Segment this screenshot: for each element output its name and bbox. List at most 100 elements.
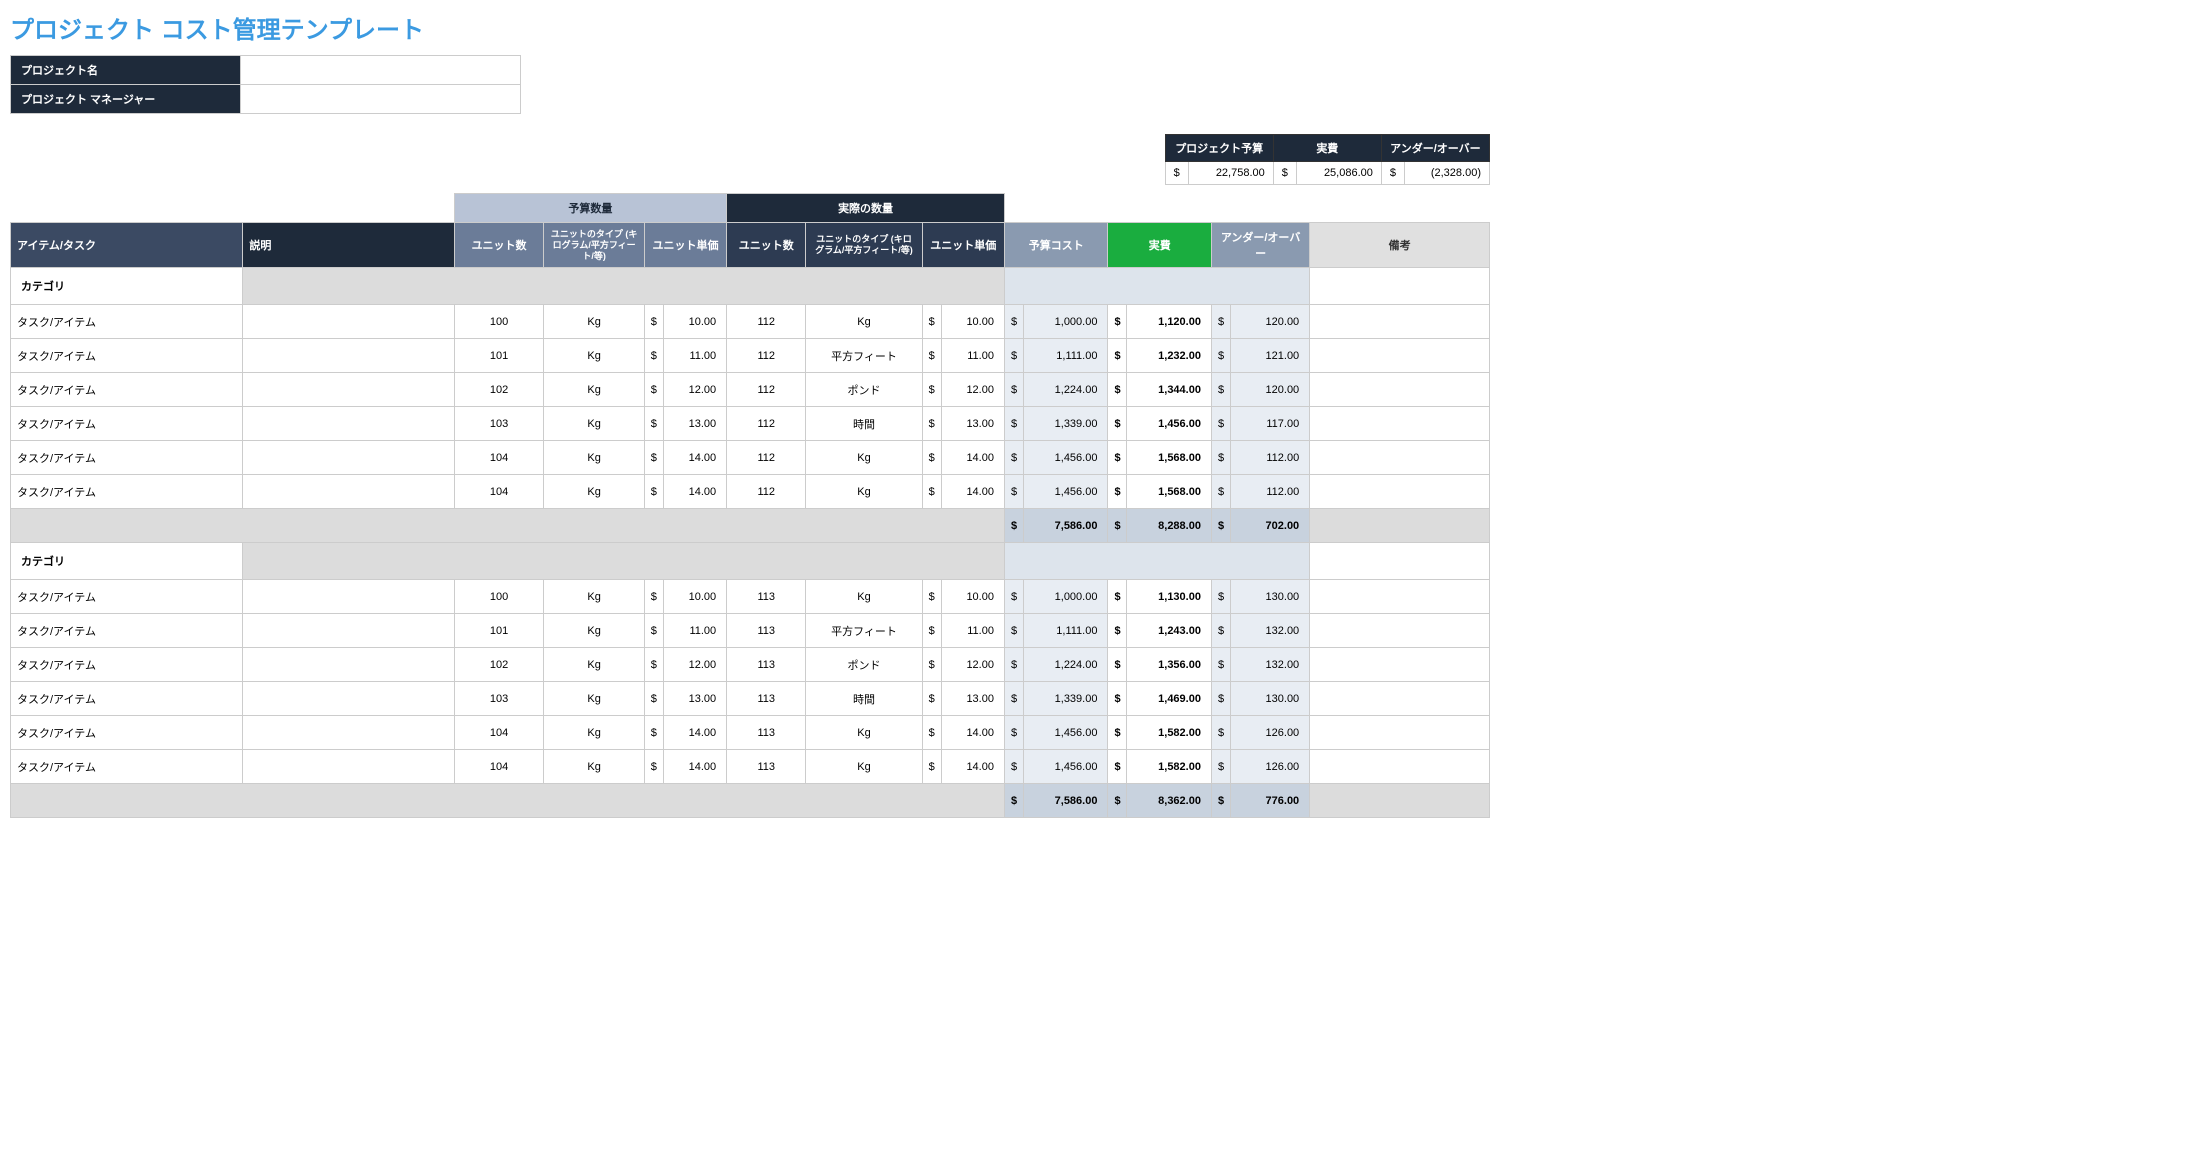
cell-a-units[interactable]: 112 (727, 475, 806, 509)
cell-note[interactable] (1310, 441, 1490, 475)
cell-a-units[interactable]: 113 (727, 614, 806, 648)
cell-b-price[interactable]: 14.00 (663, 475, 726, 509)
cell-a-type[interactable]: 時間 (806, 407, 922, 441)
cell-b-price[interactable]: 11.00 (663, 614, 726, 648)
cell-a-type[interactable]: 平方フィート (806, 614, 922, 648)
cell-b-type[interactable]: Kg (544, 648, 644, 682)
cell-note[interactable] (1310, 716, 1490, 750)
cell-a-units[interactable]: 113 (727, 580, 806, 614)
meta-project-name-value[interactable] (241, 56, 521, 85)
cell-a-price[interactable]: 10.00 (941, 580, 1004, 614)
cell-note[interactable] (1310, 373, 1490, 407)
cell-desc[interactable] (243, 373, 454, 407)
cell-note[interactable] (1310, 682, 1490, 716)
cell-b-type[interactable]: Kg (544, 441, 644, 475)
cell-a-price[interactable]: 14.00 (941, 441, 1004, 475)
cell-item[interactable]: タスク/アイテム (11, 682, 243, 716)
cell-desc[interactable] (243, 441, 454, 475)
cell-desc[interactable] (243, 614, 454, 648)
cell-a-price[interactable]: 12.00 (941, 648, 1004, 682)
cell-a-units[interactable]: 113 (727, 648, 806, 682)
cell-desc[interactable] (243, 339, 454, 373)
cell-item[interactable]: タスク/アイテム (11, 475, 243, 509)
cell-item[interactable]: タスク/アイテム (11, 750, 243, 784)
cell-b-units[interactable]: 100 (454, 305, 544, 339)
cell-a-units[interactable]: 112 (727, 441, 806, 475)
cell-b-type[interactable]: Kg (544, 614, 644, 648)
cell-b-price[interactable]: 14.00 (663, 441, 726, 475)
cell-a-type[interactable]: Kg (806, 441, 922, 475)
cell-item[interactable]: タスク/アイテム (11, 580, 243, 614)
cell-note[interactable] (1310, 580, 1490, 614)
cell-note[interactable] (1310, 750, 1490, 784)
cell-a-units[interactable]: 113 (727, 682, 806, 716)
cell-a-price[interactable]: 14.00 (941, 716, 1004, 750)
cell-item[interactable]: タスク/アイテム (11, 614, 243, 648)
cell-b-price[interactable]: 13.00 (663, 407, 726, 441)
cell-b-price[interactable]: 14.00 (663, 750, 726, 784)
cell-b-type[interactable]: Kg (544, 305, 644, 339)
cell-item[interactable]: タスク/アイテム (11, 716, 243, 750)
cell-a-price[interactable]: 11.00 (941, 614, 1004, 648)
cell-note[interactable] (1310, 407, 1490, 441)
cell-note[interactable] (1310, 475, 1490, 509)
cell-b-units[interactable]: 104 (454, 441, 544, 475)
cell-a-units[interactable]: 113 (727, 750, 806, 784)
cell-b-units[interactable]: 103 (454, 682, 544, 716)
cell-a-price[interactable]: 13.00 (941, 682, 1004, 716)
cell-b-type[interactable]: Kg (544, 716, 644, 750)
cell-desc[interactable] (243, 750, 454, 784)
cell-desc[interactable] (243, 648, 454, 682)
cell-item[interactable]: タスク/アイテム (11, 407, 243, 441)
cell-b-price[interactable]: 10.00 (663, 580, 726, 614)
cell-desc[interactable] (243, 407, 454, 441)
cell-desc[interactable] (243, 580, 454, 614)
cell-b-type[interactable]: Kg (544, 750, 644, 784)
cell-item[interactable]: タスク/アイテム (11, 648, 243, 682)
cell-b-units[interactable]: 104 (454, 716, 544, 750)
cell-b-type[interactable]: Kg (544, 682, 644, 716)
cell-desc[interactable] (243, 716, 454, 750)
cell-a-type[interactable]: 時間 (806, 682, 922, 716)
cell-b-units[interactable]: 100 (454, 580, 544, 614)
cell-b-type[interactable]: Kg (544, 407, 644, 441)
cell-b-units[interactable]: 104 (454, 750, 544, 784)
cell-a-price[interactable]: 12.00 (941, 373, 1004, 407)
cell-a-units[interactable]: 112 (727, 373, 806, 407)
cell-note[interactable] (1310, 614, 1490, 648)
cell-a-type[interactable]: ポンド (806, 648, 922, 682)
cell-a-units[interactable]: 112 (727, 339, 806, 373)
cell-a-price[interactable]: 13.00 (941, 407, 1004, 441)
cell-b-units[interactable]: 104 (454, 475, 544, 509)
cell-b-units[interactable]: 103 (454, 407, 544, 441)
cell-b-units[interactable]: 101 (454, 614, 544, 648)
cell-note[interactable] (1310, 339, 1490, 373)
cell-a-type[interactable]: 平方フィート (806, 339, 922, 373)
cell-b-type[interactable]: Kg (544, 373, 644, 407)
cell-a-type[interactable]: Kg (806, 475, 922, 509)
cell-a-units[interactable]: 113 (727, 716, 806, 750)
cell-a-units[interactable]: 112 (727, 407, 806, 441)
cell-a-price[interactable]: 14.00 (941, 750, 1004, 784)
cell-note[interactable] (1310, 648, 1490, 682)
cell-item[interactable]: タスク/アイテム (11, 305, 243, 339)
cell-a-price[interactable]: 10.00 (941, 305, 1004, 339)
cell-note[interactable] (1310, 305, 1490, 339)
cell-b-type[interactable]: Kg (544, 580, 644, 614)
cell-b-type[interactable]: Kg (544, 339, 644, 373)
cell-a-price[interactable]: 11.00 (941, 339, 1004, 373)
cell-a-type[interactable]: Kg (806, 750, 922, 784)
meta-manager-value[interactable] (241, 85, 521, 114)
cell-b-price[interactable]: 14.00 (663, 716, 726, 750)
cell-a-type[interactable]: Kg (806, 716, 922, 750)
cell-b-units[interactable]: 102 (454, 648, 544, 682)
cell-b-price[interactable]: 11.00 (663, 339, 726, 373)
cell-a-type[interactable]: Kg (806, 305, 922, 339)
cell-b-units[interactable]: 102 (454, 373, 544, 407)
cell-b-type[interactable]: Kg (544, 475, 644, 509)
cell-b-price[interactable]: 12.00 (663, 373, 726, 407)
cell-b-units[interactable]: 101 (454, 339, 544, 373)
cell-item[interactable]: タスク/アイテム (11, 339, 243, 373)
cell-a-type[interactable]: Kg (806, 580, 922, 614)
cell-desc[interactable] (243, 475, 454, 509)
